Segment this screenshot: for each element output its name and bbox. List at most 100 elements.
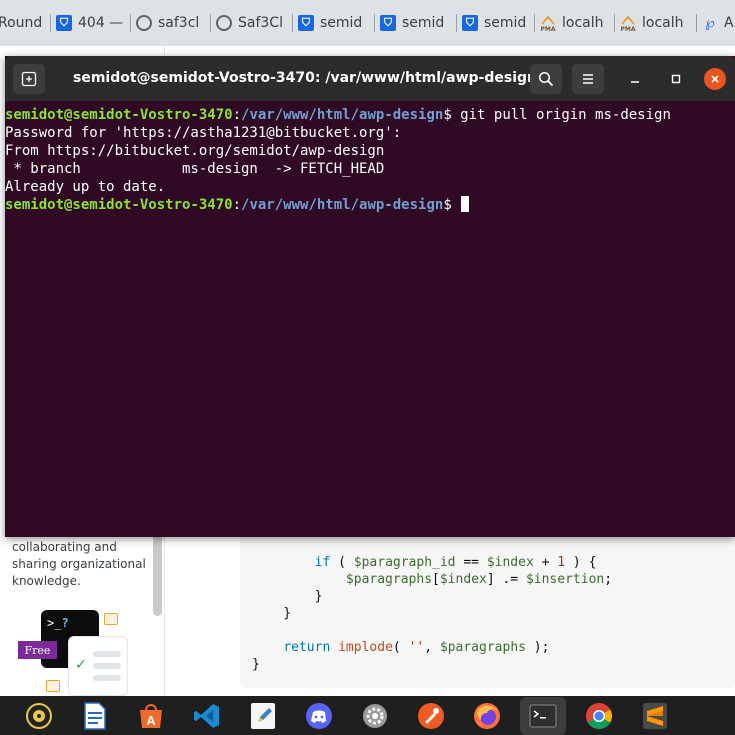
code-token: , bbox=[424, 640, 440, 655]
browser-tab[interactable]: ℘ A bbox=[702, 11, 735, 35]
terminal-line: semidot@semidot-Vostro-3470:/var/www/htm… bbox=[5, 196, 733, 214]
prompt-symbol: $ bbox=[443, 197, 461, 213]
browser-tab[interactable]: PMA localh bbox=[620, 11, 700, 35]
output-line: Already up to date. bbox=[5, 179, 166, 195]
close-icon bbox=[711, 75, 719, 83]
dock-item-text-editor[interactable] bbox=[248, 701, 278, 731]
browser-tab[interactable]: ⛉ 404 — bbox=[56, 11, 134, 35]
tab-separator bbox=[210, 14, 211, 32]
dock-item-postman[interactable] bbox=[416, 701, 446, 731]
prompt-separator: : bbox=[232, 197, 242, 213]
dock-item-settings[interactable] bbox=[360, 701, 390, 731]
terminal-title: semidot@semidot-Vostro-3470: /var/www/ht… bbox=[73, 70, 537, 86]
dock-item-firefox[interactable] bbox=[472, 701, 502, 731]
browser-tab[interactable]: ⛉ semid bbox=[298, 11, 378, 35]
code-token: } bbox=[252, 657, 260, 672]
browser-tab[interactable]: saf3cl bbox=[136, 11, 214, 35]
code-token: return bbox=[283, 640, 331, 655]
phpmyadmin-label: PMA bbox=[620, 25, 636, 33]
tab-separator bbox=[456, 14, 457, 32]
settings-icon bbox=[363, 704, 387, 728]
terminal-icon bbox=[529, 704, 557, 728]
prompt-path: /var/www/html/awp-design bbox=[241, 197, 444, 213]
code-token: $paragraphs bbox=[439, 640, 526, 655]
vscode-icon bbox=[194, 704, 219, 728]
output-line: Password for 'https://astha1231@bitbucke… bbox=[5, 125, 402, 141]
browser-tab[interactable]: Saf3Cl bbox=[216, 11, 296, 35]
minimize-button[interactable] bbox=[624, 68, 646, 90]
hamburger-menu-icon bbox=[583, 74, 593, 84]
dock-item-discord[interactable] bbox=[304, 701, 334, 731]
browser-tab[interactable]: ⛉ semid bbox=[380, 11, 460, 35]
tab-title: 404 — bbox=[78, 15, 124, 31]
free-badge: Free bbox=[18, 641, 57, 659]
browser-tab[interactable]: Round bbox=[0, 11, 56, 35]
tab-title: Saf3Cl bbox=[238, 15, 283, 31]
dock-item-terminal[interactable] bbox=[520, 697, 566, 735]
dock-bar: A bbox=[0, 696, 735, 735]
new-tab-button[interactable] bbox=[13, 64, 45, 94]
globe-icon bbox=[216, 15, 232, 31]
sublime-text-icon bbox=[643, 703, 667, 729]
code-token: if bbox=[314, 555, 331, 570]
terminal-output-area[interactable]: semidot@semidot-Vostro-3470:/var/www/htm… bbox=[5, 106, 733, 534]
tab-title: saf3cl bbox=[158, 15, 200, 31]
code-token: ( bbox=[392, 640, 409, 655]
tab-title: localh bbox=[642, 15, 684, 31]
code-text: if ( $paragraph_id == $index + 1 ) { $pa… bbox=[252, 554, 612, 673]
libreoffice-writer-icon bbox=[84, 702, 106, 730]
tab-title: localh bbox=[562, 15, 604, 31]
terminal-line: semidot@semidot-Vostro-3470:/var/www/htm… bbox=[5, 106, 733, 124]
browser-tab[interactable]: ⛉ semid bbox=[462, 11, 538, 35]
tab-separator bbox=[374, 14, 375, 32]
prompt-user: semidot@semidot-Vostro-3470 bbox=[5, 107, 233, 123]
terminal-window[interactable]: semidot@semidot-Vostro-3470: /var/www/ht… bbox=[5, 56, 735, 537]
phpmyadmin-label: PMA bbox=[540, 25, 556, 33]
tab-separator bbox=[696, 14, 697, 32]
tab-separator bbox=[292, 14, 293, 32]
code-token: $paragraph_id bbox=[353, 555, 456, 570]
code-token: 1 bbox=[557, 555, 566, 570]
code-token: '' bbox=[408, 640, 425, 655]
tab-title: A bbox=[724, 15, 734, 31]
tab-title: semid bbox=[484, 15, 527, 31]
phpmyadmin-icon: PMA bbox=[620, 15, 636, 33]
rhythmbox-icon bbox=[26, 703, 52, 729]
code-token: ); bbox=[525, 640, 550, 655]
tab-separator bbox=[130, 14, 131, 32]
dock-item-chrome[interactable] bbox=[584, 701, 614, 731]
tab-title: Round bbox=[0, 15, 43, 31]
code-token: ] .= bbox=[486, 572, 526, 587]
tab-separator bbox=[614, 14, 615, 32]
promo-illustration[interactable]: >_? ✓ Free bbox=[18, 608, 130, 696]
tab-title: semid bbox=[320, 15, 363, 31]
code-token: } bbox=[252, 589, 323, 604]
dock-item-vscode[interactable] bbox=[192, 701, 222, 731]
prompt-user: semidot@semidot-Vostro-3470 bbox=[5, 197, 233, 213]
code-token: implode bbox=[338, 640, 393, 655]
dock-item-writer[interactable] bbox=[80, 701, 110, 731]
promo-prompt: >_ bbox=[47, 616, 62, 630]
code-token: + bbox=[533, 555, 558, 570]
maximize-button[interactable] bbox=[665, 68, 687, 90]
browser-tab[interactable]: PMA localh bbox=[540, 11, 618, 35]
search-button[interactable] bbox=[530, 64, 562, 94]
maximize-icon bbox=[671, 74, 681, 84]
menu-button[interactable] bbox=[572, 64, 604, 94]
close-button[interactable] bbox=[704, 68, 726, 90]
app-icon: ℘ bbox=[705, 15, 715, 31]
dock-item-rhythmbox[interactable] bbox=[24, 701, 54, 731]
dock-item-sublime[interactable] bbox=[640, 701, 670, 731]
prompt-path: /var/www/html/awp-design bbox=[241, 107, 444, 123]
output-line: * branch ms-design -> FETCH_HEAD bbox=[5, 161, 385, 177]
output-line: From https://bitbucket.org/semidot/awp-d… bbox=[5, 143, 385, 159]
command-text: git pull origin ms-design bbox=[460, 107, 671, 123]
discord-icon bbox=[306, 703, 332, 729]
phpmyadmin-icon: PMA bbox=[540, 15, 556, 33]
bitbucket-icon: ⛉ bbox=[462, 15, 478, 31]
dock-item-software[interactable]: A bbox=[136, 701, 166, 731]
postman-icon bbox=[418, 703, 444, 729]
